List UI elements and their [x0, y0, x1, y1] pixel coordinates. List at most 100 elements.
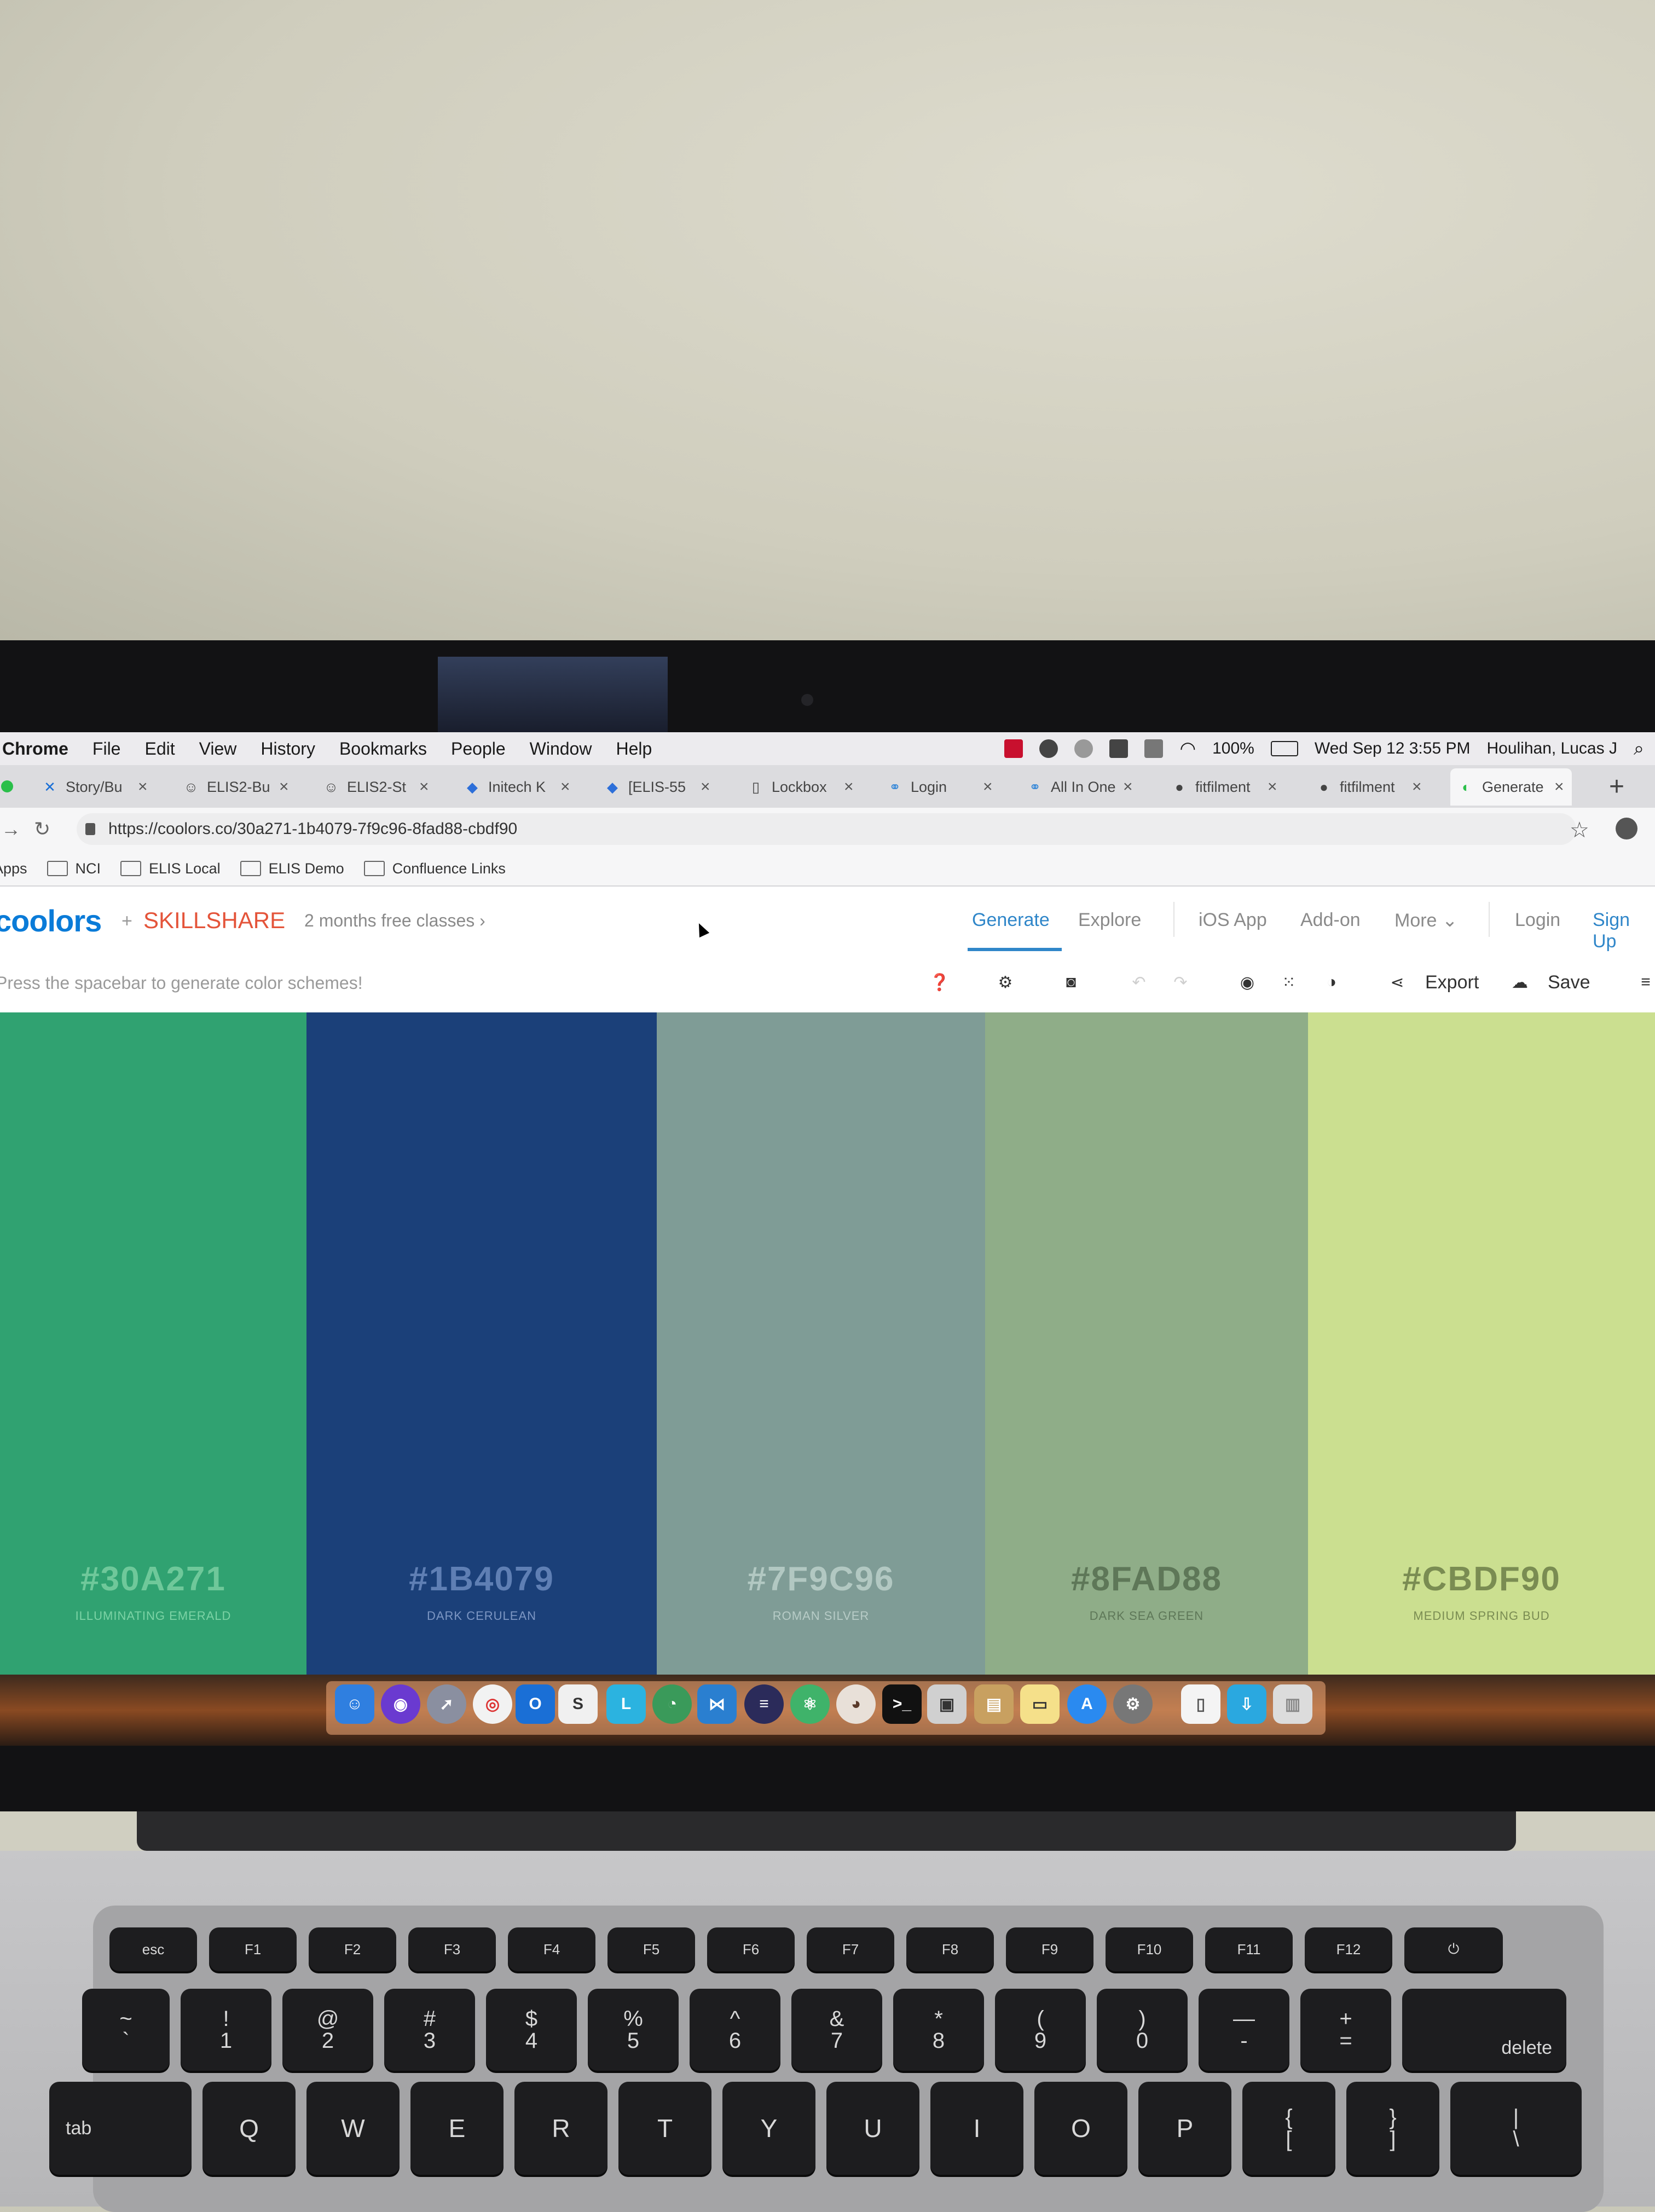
preview-icon[interactable]: ▣ [927, 1684, 967, 1724]
notes-app-icon[interactable]: ▤ [974, 1684, 1014, 1724]
nav-login[interactable]: Login [1515, 910, 1560, 931]
nav-explore[interactable]: Explore [1078, 910, 1141, 931]
airplay-icon[interactable] [1144, 739, 1164, 758]
squirrel-icon[interactable]: ◕ [836, 1684, 876, 1724]
nav-more[interactable]: More ⌄ [1394, 910, 1457, 931]
key-6[interactable]: ^ 6 [690, 1989, 780, 2071]
tab-initech[interactable]: ◆ Initech K × [464, 768, 570, 806]
bookmark-folder-elis-local[interactable]: ELIS Local [120, 860, 221, 877]
swatch-hex[interactable]: #8FAD88 [985, 1560, 1308, 1599]
bookmark-star-icon[interactable]: ☆ [1570, 818, 1589, 843]
key-8[interactable]: * 8 [893, 1989, 984, 2071]
key-close-bracket[interactable]: }] [1346, 2082, 1439, 2175]
nav-ios-app[interactable]: iOS App [1199, 910, 1267, 931]
close-icon[interactable]: × [560, 778, 570, 796]
key-f12[interactable]: F12 [1305, 1927, 1392, 1971]
nav-add-on[interactable]: Add-on [1300, 910, 1361, 931]
launchpad-icon[interactable]: ➚ [427, 1684, 466, 1724]
key-tilde[interactable]: ~ ` [82, 1989, 170, 2071]
skillshare-logo[interactable]: SKILLSHARE [143, 907, 285, 934]
redo-icon[interactable]: ↷ [1171, 973, 1190, 992]
cloud-upload-icon[interactable]: ☁ [1511, 973, 1529, 992]
close-icon[interactable]: × [138, 778, 148, 796]
key-i[interactable]: I [930, 2082, 1023, 2175]
window-zoom-button[interactable] [1, 780, 13, 792]
bookmark-folder-nci[interactable]: NCI [47, 860, 101, 877]
tab-fitfilment-2[interactable]: ● fitfilment × [1316, 768, 1421, 806]
coolors-logo[interactable]: coolors [0, 903, 102, 939]
menu-help[interactable]: Help [616, 739, 652, 759]
close-icon[interactable]: × [701, 778, 710, 796]
swatch-4[interactable]: #8FAD88 DARK SEA GREEN [985, 1012, 1308, 1675]
gear-icon[interactable]: ⚙ [996, 973, 1015, 992]
close-icon[interactable]: × [279, 778, 289, 796]
menu-history[interactable]: History [261, 739, 315, 759]
key-equals[interactable]: + = [1300, 1989, 1391, 2071]
app-menu-chrome[interactable]: Chrome [2, 739, 68, 759]
close-icon[interactable]: × [844, 778, 854, 796]
close-icon[interactable]: × [983, 778, 993, 796]
outlook-icon[interactable]: O [516, 1684, 555, 1724]
nav-sign-up[interactable]: Sign Up [1593, 910, 1655, 952]
key-minus[interactable]: — - [1199, 1989, 1289, 2071]
tab-all-in-one[interactable]: ⚭ All In One × [1027, 768, 1133, 806]
key-o[interactable]: O [1034, 2082, 1127, 2175]
power-key-icon[interactable]: ⏻ [1404, 1927, 1503, 1971]
spotlight-search-icon[interactable]: ⌕ [1634, 738, 1644, 760]
vscode-icon[interactable]: ⋈ [697, 1684, 737, 1724]
tab-lockbox[interactable]: ▯ Lockbox × [748, 768, 854, 806]
eye-icon[interactable]: ◉ [1238, 973, 1257, 992]
shield-icon[interactable] [1039, 739, 1058, 758]
tab-login[interactable]: ⚭ Login × [887, 768, 993, 806]
forward-icon[interactable]: → [1, 818, 21, 841]
downloads-icon[interactable]: ⇩ [1227, 1684, 1266, 1724]
app-store-icon[interactable]: A [1067, 1684, 1107, 1724]
tab-story-bu[interactable]: ✕ Story/Bu × [42, 768, 148, 806]
close-icon[interactable]: × [1123, 778, 1133, 796]
lync-icon[interactable]: L [606, 1684, 646, 1724]
slack-icon[interactable]: S [558, 1684, 598, 1724]
key-5[interactable]: % 5 [588, 1989, 679, 2071]
address-bar[interactable]: https://coolors.co/30a271-1b4079-7f9c96-… [77, 813, 1576, 845]
tab-fitfilment-1[interactable]: ● fitfilment × [1171, 768, 1277, 806]
trash-icon[interactable]: ▥ [1273, 1684, 1312, 1724]
key-delete[interactable]: delete [1402, 1989, 1566, 2071]
battery-icon[interactable] [1270, 741, 1298, 756]
binoculars-icon[interactable] [1109, 739, 1129, 758]
wifi-icon[interactable]: ◠ [1179, 738, 1196, 760]
close-icon[interactable]: × [419, 778, 429, 796]
atom-icon[interactable]: ⚛ [790, 1684, 830, 1724]
key-2[interactable]: @2 [282, 1989, 373, 2071]
menu-file[interactable]: File [92, 739, 121, 759]
tab-elis2-bu[interactable]: ☺ ELIS2-Bu × [183, 768, 289, 806]
profile-avatar-icon[interactable] [1616, 818, 1637, 839]
sourcetree-icon[interactable]: ◔ [652, 1684, 692, 1724]
nav-generate[interactable]: Generate [972, 910, 1050, 931]
key-u[interactable]: U [826, 2082, 919, 2175]
key-f8[interactable]: F8 [906, 1927, 994, 1971]
save-button[interactable]: Save [1548, 972, 1590, 993]
tab-elis-55[interactable]: ◆ [ELIS-55 × [604, 768, 710, 806]
share-icon[interactable]: ⋖ [1388, 973, 1407, 992]
key-p[interactable]: P [1138, 2082, 1231, 2175]
chrome-icon[interactable]: ◎ [473, 1684, 512, 1724]
stickies-icon[interactable]: ▭ [1020, 1684, 1060, 1724]
key-f1[interactable]: F1 [209, 1927, 297, 1971]
grid-icon[interactable]: ⁙ [1280, 973, 1298, 992]
finder-icon[interactable]: ☺ [335, 1684, 374, 1724]
key-tab[interactable]: tab [49, 2082, 192, 2175]
menubar-clock[interactable]: Wed Sep 12 3:55 PM [1315, 739, 1471, 758]
mcafee-icon[interactable] [1004, 739, 1023, 758]
key-9[interactable]: (9 [995, 1989, 1086, 2071]
terminal-icon[interactable]: >_ [882, 1684, 922, 1724]
menu-people[interactable]: People [451, 739, 506, 759]
key-q[interactable]: Q [202, 2082, 296, 2175]
close-icon[interactable]: × [1554, 778, 1564, 796]
key-f10[interactable]: F10 [1106, 1927, 1193, 1971]
key-f5[interactable]: F5 [607, 1927, 695, 1971]
tab-elis2-st[interactable]: ☺ ELIS2-St × [323, 768, 429, 806]
menu-bookmarks[interactable]: Bookmarks [339, 739, 427, 759]
menu-edit[interactable]: Edit [144, 739, 175, 759]
swatch-5[interactable]: #CBDF90 MEDIUM SPRING BUD [1308, 1012, 1655, 1675]
swatch-3[interactable]: #7F9C96 ROMAN SILVER [657, 1012, 985, 1675]
